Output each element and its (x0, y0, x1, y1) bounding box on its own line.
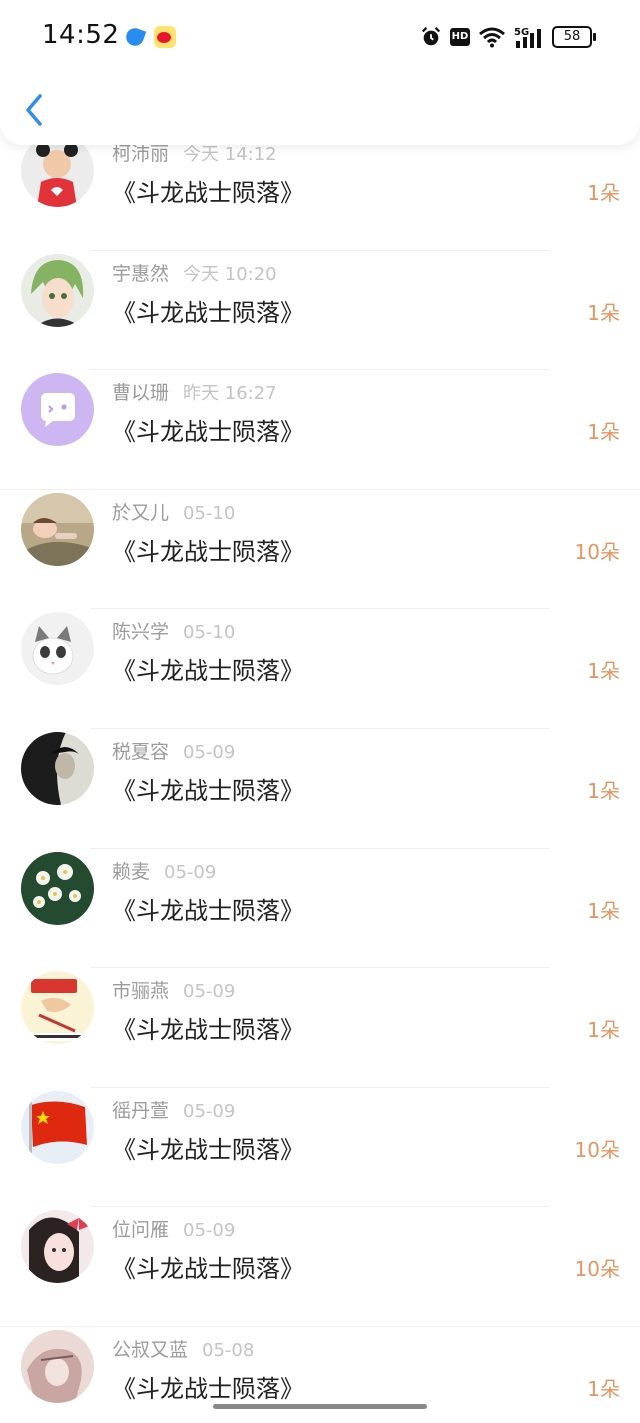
weibo-icon (154, 26, 176, 48)
book-title: 《斗龙战士陨落》 (112, 1135, 304, 1164)
outdoor-girl-avatar[interactable] (21, 492, 94, 566)
gift-list-item[interactable]: 税夏容 05-09 《斗龙战士陨落》 1朵 (0, 729, 640, 849)
gift-date: 05-09 (183, 741, 236, 763)
gift-list-item[interactable]: 柯沛丽 今天 14:12 《斗龙战士陨落》 1朵 (0, 131, 640, 251)
gift-date: 今天 10:20 (183, 263, 277, 285)
sender-line: 曹以珊 昨天 16:27 (112, 378, 277, 405)
sketch-avatar[interactable] (21, 1329, 94, 1403)
signal-5g-icon: 5G (514, 27, 541, 48)
gift-date: 05-09 (183, 981, 236, 1003)
sender-line: 於又儿 05-10 (112, 498, 235, 525)
chevron-left-icon (26, 94, 42, 126)
sender-line: 宇惠然 今天 10:20 (112, 259, 277, 286)
flower-count: 10朵 (574, 539, 620, 564)
book-title: 《斗龙战士陨落》 (112, 1374, 304, 1403)
sender-name[interactable]: 赖麦 (112, 861, 150, 883)
gift-list-item[interactable]: 市骊燕 05-09 《斗龙战士陨落》 1朵 (0, 968, 640, 1088)
flower-count: 10朵 (574, 1257, 620, 1282)
girl-bow-avatar[interactable] (21, 1210, 94, 1284)
gift-date: 05-09 (183, 1100, 236, 1122)
gift-date: 今天 14:12 (183, 144, 277, 165)
back-button[interactable] (18, 88, 54, 132)
gift-list-item[interactable]: 赖麦 05-09 《斗龙战士陨落》 1朵 (0, 849, 640, 969)
book-title: 《斗龙战士陨落》 (112, 1016, 304, 1045)
alarm-icon (421, 27, 441, 46)
gift-date: 05-10 (183, 502, 236, 524)
gift-list-item[interactable]: 陈兴学 05-10 《斗龙战士陨落》 1朵 (0, 609, 640, 729)
battery-icon: 58 (552, 26, 596, 48)
sender-line: 位问雁 05-09 (112, 1215, 235, 1242)
sender-name[interactable]: 陈兴学 (112, 621, 169, 643)
book-title: 《斗龙战士陨落》 (112, 776, 304, 805)
gift-date: 05-09 (183, 1220, 236, 1242)
gift-list-item[interactable]: 宇惠然 今天 10:20 《斗龙战士陨落》 1朵 (0, 251, 640, 371)
book-title: 《斗龙战士陨落》 (112, 896, 304, 925)
sender-name[interactable]: 柯沛丽 (112, 143, 169, 165)
cartoon-exam-avatar[interactable] (21, 971, 94, 1045)
gift-list-page: 14:52 HD 5G 58 柯沛丽 今天 14:12 《斗龙战士陨落》 1朵 … (0, 0, 640, 1423)
flower-count: 1朵 (587, 1376, 620, 1401)
sender-line: 徭丹萱 05-09 (112, 1096, 235, 1123)
book-title: 《斗龙战士陨落》 (112, 537, 304, 566)
sender-line: 陈兴学 05-10 (112, 617, 235, 644)
book-title: 《斗龙战士陨落》 (112, 298, 304, 327)
svg-text:5G: 5G (514, 27, 529, 38)
wifi-icon (479, 27, 505, 48)
flower-count: 1朵 (587, 1018, 620, 1043)
sender-line: 公叔又蓝 05-08 (112, 1335, 254, 1362)
hd-icon: HD (450, 28, 470, 46)
gift-date: 05-10 (183, 622, 236, 644)
sender-name[interactable]: 於又儿 (112, 502, 169, 524)
white-flowers-avatar[interactable] (21, 851, 94, 925)
sender-name[interactable]: 税夏容 (112, 741, 169, 763)
book-title: 《斗龙战士陨落》 (112, 418, 304, 447)
sender-name[interactable]: 宇惠然 (112, 263, 169, 285)
flag-avatar[interactable] (21, 1090, 94, 1164)
gift-list-item[interactable]: 曹以珊 昨天 16:27 《斗龙战士陨落》 1朵 (0, 370, 640, 490)
sender-name[interactable]: 位问雁 (112, 1219, 169, 1241)
book-title: 《斗龙战士陨落》 (112, 1255, 304, 1284)
sender-name[interactable]: 曹以珊 (112, 382, 169, 404)
flower-count: 1朵 (587, 420, 620, 445)
anime-boy-avatar[interactable] (21, 253, 94, 327)
home-indicator[interactable] (213, 1404, 427, 1409)
status-bar: 14:52 HD 5G 58 (0, 0, 640, 72)
cat-avatar[interactable] (21, 612, 94, 686)
sender-name[interactable]: 公叔又蓝 (112, 1339, 188, 1361)
book-title: 《斗龙战士陨落》 (112, 179, 304, 207)
flower-count: 1朵 (587, 898, 620, 923)
flower-count: 1朵 (587, 778, 620, 803)
gift-list-item[interactable]: 位问雁 05-09 《斗龙战士陨落》 10朵 (0, 1207, 640, 1327)
flower-count: 1朵 (587, 181, 620, 205)
chat-bubble-avatar[interactable] (21, 373, 94, 447)
sender-name[interactable]: 市骊燕 (112, 980, 169, 1002)
sender-name[interactable]: 徭丹萱 (112, 1100, 169, 1122)
book-title: 《斗龙战士陨落》 (112, 657, 304, 686)
gift-date: 05-08 (202, 1339, 255, 1361)
sender-line: 赖麦 05-09 (112, 857, 216, 884)
gift-list-item[interactable]: 徭丹萱 05-09 《斗龙战士陨落》 10朵 (0, 1088, 640, 1208)
sender-line: 市骊燕 05-09 (112, 976, 235, 1003)
status-icons: HD 5G 58 (420, 24, 596, 50)
flower-count: 10朵 (574, 1137, 620, 1162)
gift-date: 昨天 16:27 (183, 383, 277, 405)
app-notification-icon (123, 25, 147, 49)
flower-count: 1朵 (587, 300, 620, 325)
top-header: 14:52 HD 5G 58 (0, 0, 640, 145)
gift-list-item[interactable]: 於又儿 05-10 《斗龙战士陨落》 10朵 (0, 490, 640, 610)
gift-list: 柯沛丽 今天 14:12 《斗龙战士陨落》 1朵 宇惠然 今天 10:20 《斗龙战士陨落》… (0, 131, 640, 1423)
flower-count: 1朵 (587, 659, 620, 684)
sender-line: 税夏容 05-09 (112, 737, 235, 764)
gift-date: 05-09 (164, 861, 217, 883)
status-time: 14:52 (42, 20, 120, 50)
dark-portrait-avatar[interactable] (21, 731, 94, 805)
